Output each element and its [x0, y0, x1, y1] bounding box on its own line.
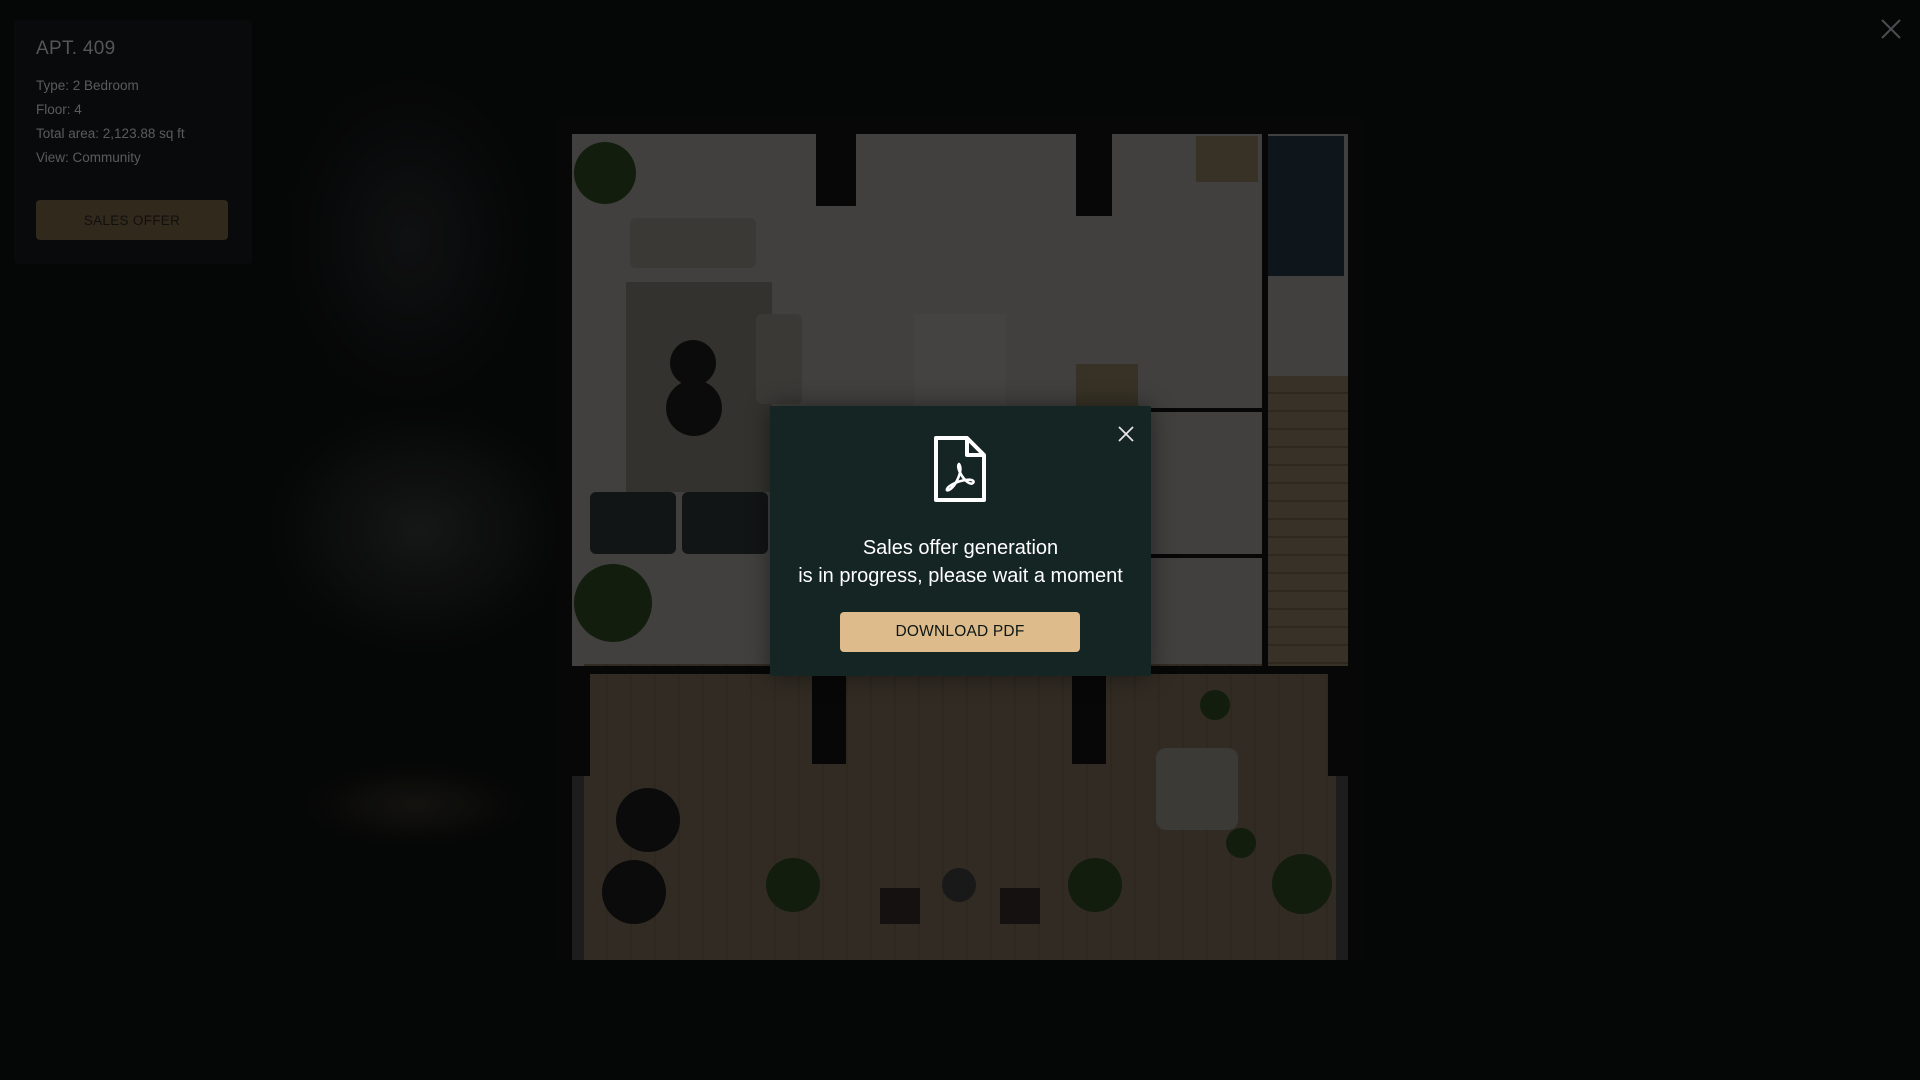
download-pdf-button[interactable]: DOWNLOAD PDF	[840, 612, 1080, 652]
sales-offer-modal: Sales offer generation is in progress, p…	[770, 406, 1151, 676]
pdf-document-icon	[931, 434, 989, 504]
modal-message-line-1: Sales offer generation	[862, 537, 1059, 559]
modal-message-line-2: is in progress, please wait a moment	[798, 565, 1123, 587]
close-icon[interactable]	[1112, 420, 1140, 448]
modal-message: Sales offer generation is in progress, p…	[770, 534, 1151, 590]
